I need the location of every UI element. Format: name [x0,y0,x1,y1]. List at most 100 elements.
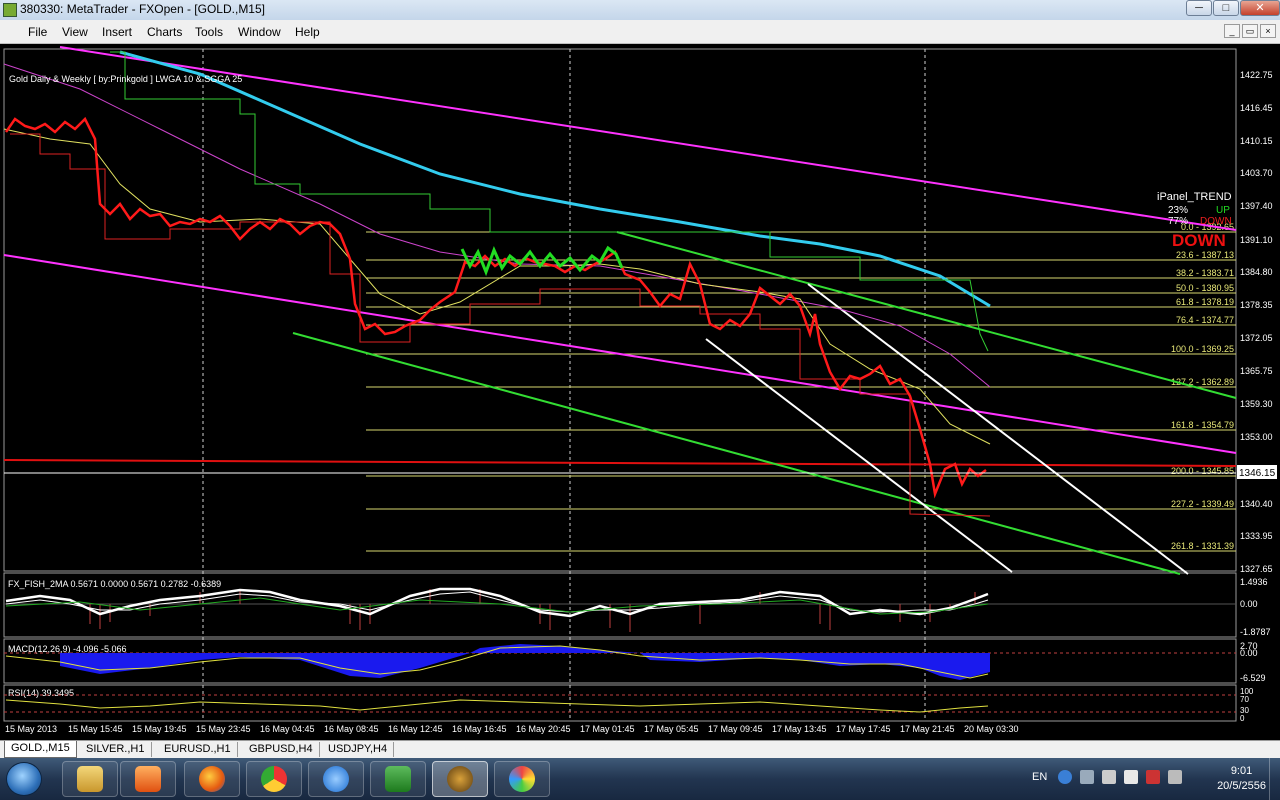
fisher-scale: 1.4936 0.00 -1.8787 [1240,577,1271,637]
price-tick: 1353.00 [1240,432,1273,442]
ipanel-trend: iPanel_TREND 23% UP 77% DOWN DOWN [1157,191,1232,250]
show-hidden-icons[interactable] [1102,770,1116,784]
network-icon[interactable] [1146,770,1160,784]
window-title: 380330: MetaTrader - FXOpen - [GOLD.,M15… [20,2,265,16]
support-line[interactable] [3,459,1237,467]
tab-gold-m15[interactable]: GOLD.,M15 [4,741,77,758]
fib-label: 50.0 - 1380.95 [1176,283,1234,293]
tab-usdjpy-h4[interactable]: USDJPY,H4 [322,742,395,757]
minimize-button[interactable]: ─ [1186,0,1212,16]
current-price-value: 1346.15 [1239,468,1276,479]
time-tick: 17 May 05:45 [644,724,699,734]
price-tick: 1422.75 [1240,70,1273,80]
macd-tick: 0.00 [1240,648,1258,658]
ipanel-up-label: UP [1216,205,1230,216]
macd-scale: 2.70 0.00 -6.529 [1240,641,1266,683]
rsi-tick: 0 [1240,714,1245,723]
start-button[interactable] [6,762,42,796]
taskbar-chrome[interactable] [246,761,302,797]
green-step-line [110,51,989,352]
menu-charts[interactable]: Charts [147,25,182,39]
fib-label: 100.0 - 1369.25 [1171,344,1234,354]
chart-window-controls: _ ▭ × [1222,24,1276,38]
action-center-flag-icon[interactable] [1124,770,1138,784]
time-tick: 20 May 03:30 [964,724,1019,734]
ipanel-title: iPanel_TREND [1157,191,1232,203]
time-tick: 16 May 20:45 [516,724,571,734]
rsi-indicator-pane[interactable]: RSI(14) 39.3495 100 70 30 0 [4,687,1254,723]
taskbar-internet-explorer[interactable] [308,761,364,797]
rsi-label: RSI(14) 39.3495 [8,688,74,698]
menu-window[interactable]: Window [238,25,281,39]
menu-view[interactable]: View [62,25,88,39]
taskbar-explorer[interactable] [62,761,118,797]
ipanel-up-percent: 23% [1168,205,1188,216]
clock-time: 9:01 [1230,765,1253,777]
rsi-tick: 70 [1240,695,1249,704]
fib-label: 23.6 - 1387.13 [1176,250,1234,260]
chart-caption: Gold Daily & Weekly [ by:Prinkgold ] LWG… [9,74,242,84]
menu-help[interactable]: Help [295,25,320,39]
macd-indicator-pane[interactable]: MACD(12,26,9) -4.096 -5.066 2.70 0.00 -6… [4,641,1266,683]
green-trend-channel[interactable] [292,231,1237,575]
price-tick: 1384.80 [1240,267,1273,277]
window-controls: ─ □ ✕ [1185,0,1280,18]
fib-label: 127.2 - 1362.89 [1171,377,1234,387]
price-tick: 1378.35 [1240,300,1273,310]
price-tick: 1359.30 [1240,399,1273,409]
chart-window[interactable]: 0.0 - 1392.65 23.6 - 1387.13 38.2 - 1383… [0,44,1280,740]
system-clock[interactable]: 9:01 20/5/2556 [1217,764,1266,794]
fib-label: 227.2 - 1339.49 [1171,499,1234,509]
volume-icon[interactable] [1168,770,1182,784]
tab-silver-h1[interactable]: SILVER.,H1 [80,742,152,757]
fibonacci-labels: 0.0 - 1392.65 23.6 - 1387.13 38.2 - 1383… [1171,222,1234,551]
time-tick: 15 May 23:45 [196,724,251,734]
rsi-line [5,699,989,713]
magenta-moving-average [3,63,991,388]
magenta-trend-channel[interactable] [3,46,1237,454]
fib-label: 161.8 - 1354.79 [1171,420,1234,430]
maximize-button[interactable]: □ [1213,0,1239,16]
time-tick: 17 May 21:45 [900,724,955,734]
time-tick: 15 May 15:45 [68,724,123,734]
fisher-tick: -1.8787 [1240,627,1271,637]
time-tick: 15 May 19:45 [132,724,187,734]
price-chart-canvas[interactable]: 0.0 - 1392.65 23.6 - 1387.13 38.2 - 1383… [0,44,1280,740]
fisher-label: FX_FISH_2MA 0.5671 0.0000 0.5671 0.2782 … [8,579,221,589]
taskbar-metatrader[interactable] [432,761,488,797]
keyboard-icon[interactable] [1080,770,1094,784]
taskbar-excel[interactable] [370,761,426,797]
fib-label: 200.0 - 1345.85 [1171,466,1234,476]
price-tick: 1391.10 [1240,235,1273,245]
show-desktop-button[interactable] [1269,758,1280,800]
price-tick: 1397.40 [1240,201,1273,211]
white-trend-channel[interactable] [705,283,1189,575]
excel-icon [385,766,411,792]
tab-gbpusd-h4[interactable]: GBPUSD,H4 [243,742,320,757]
chart-minimize-button[interactable]: _ [1224,24,1240,38]
menu-tools[interactable]: Tools [195,25,223,39]
price-tick: 1340.40 [1240,499,1273,509]
taskbar-media-player[interactable] [120,761,176,797]
fisher-indicator-pane[interactable]: FX_FISH_2MA 0.5671 0.0000 0.5671 0.2782 … [4,577,1271,637]
price-tick: 1372.05 [1240,333,1273,343]
language-indicator[interactable]: EN [1032,771,1047,783]
time-tick: 15 May 2013 [5,724,57,734]
chart-close-button[interactable]: × [1260,24,1276,38]
clock-date: 20/5/2556 [1217,780,1266,792]
menu-file[interactable]: File [28,25,47,39]
chrome-icon [261,766,287,792]
help-icon[interactable] [1058,770,1072,784]
windows-taskbar: EN 9:01 20/5/2556 [0,758,1280,800]
taskbar-firefox[interactable] [184,761,240,797]
chart-restore-button[interactable]: ▭ [1242,24,1258,38]
macd-tick: -6.529 [1240,673,1266,683]
time-axis: 15 May 2013 15 May 15:45 15 May 19:45 15… [5,724,1019,734]
price-tick: 1403.70 [1240,168,1273,178]
tab-eurusd-h1[interactable]: EURUSD.,H1 [158,742,238,757]
ipanel-trend-signal: DOWN [1172,231,1226,250]
fib-label: 38.2 - 1383.71 [1176,268,1234,278]
close-button[interactable]: ✕ [1240,0,1280,16]
menu-insert[interactable]: Insert [102,25,132,39]
taskbar-paint[interactable] [494,761,550,797]
